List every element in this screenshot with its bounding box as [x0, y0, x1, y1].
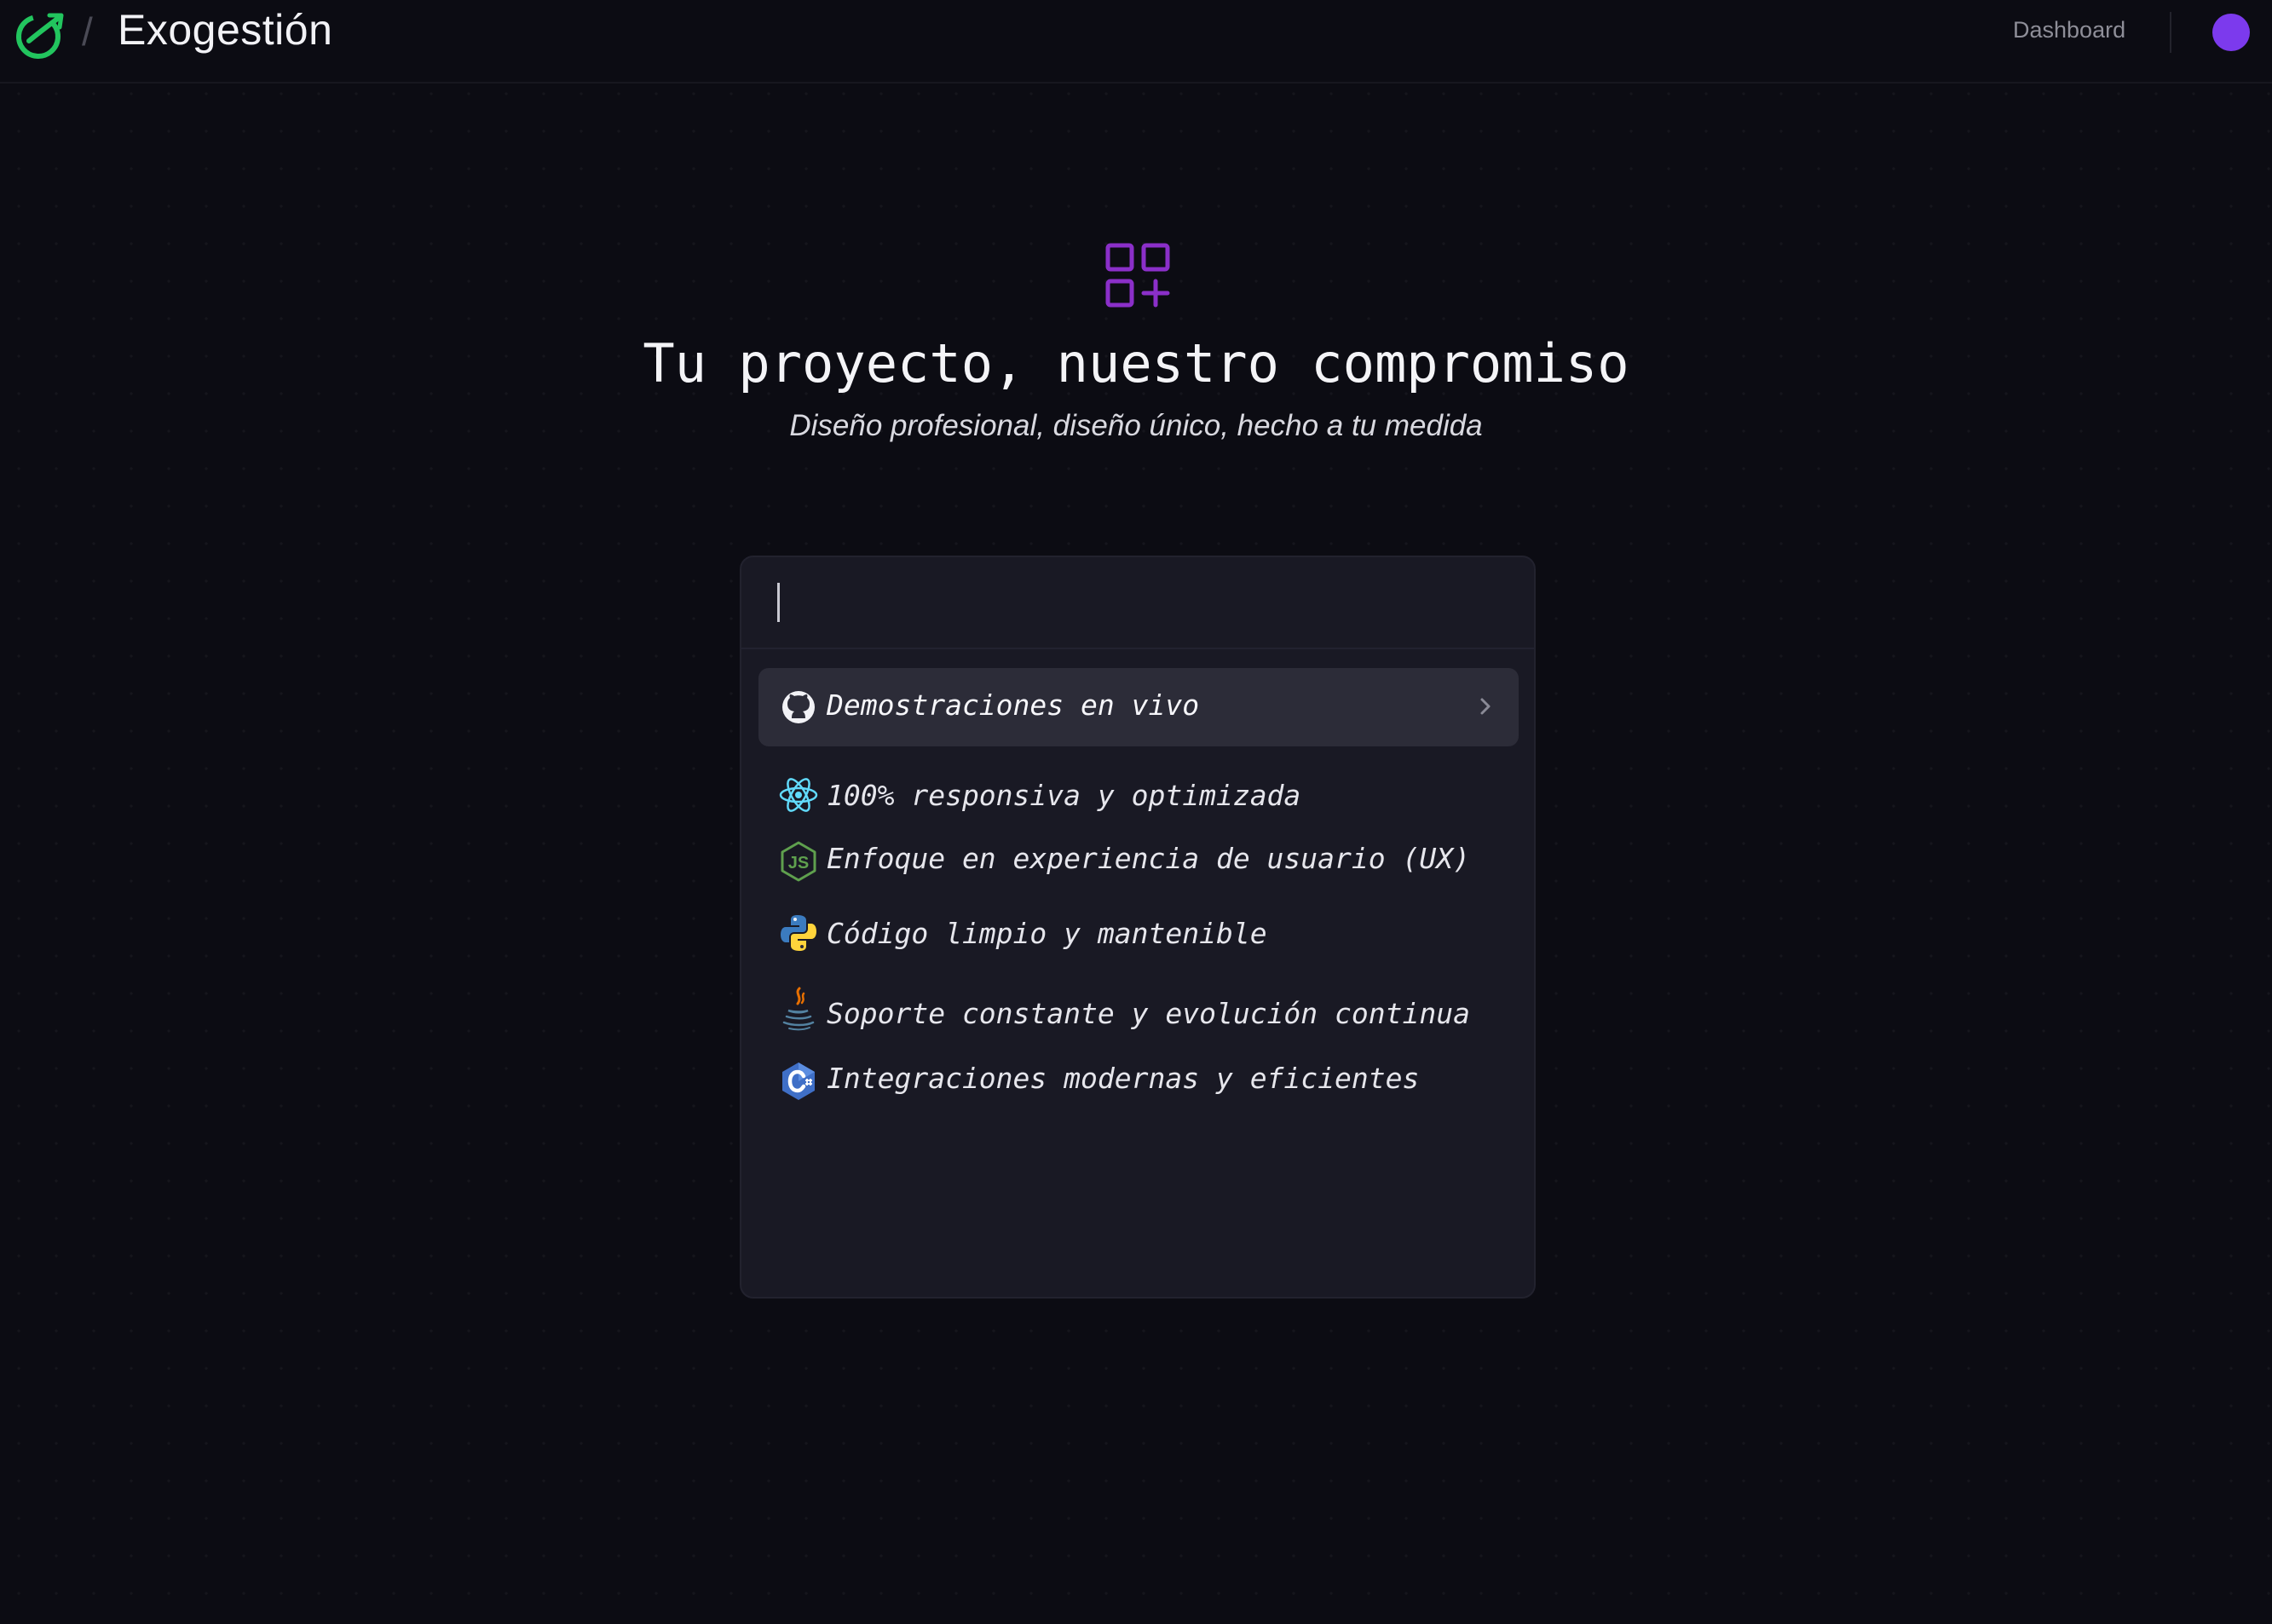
apps-grid-plus-icon — [1104, 242, 1171, 308]
search-row — [741, 557, 1534, 649]
python-icon — [777, 912, 820, 954]
command-item-support[interactable]: Soporte constante y evolución continua — [758, 983, 1519, 1039]
java-icon — [777, 985, 820, 1031]
command-item-ux[interactable]: JS Enfoque en experiencia de usuario (UX… — [758, 832, 1519, 888]
chevron-right-icon — [1473, 694, 1498, 719]
refresh-orbit-icon[interactable] — [12, 7, 68, 63]
command-item-live-demos[interactable]: Demostraciones en vivo — [758, 668, 1519, 746]
command-item-label: Demostraciones en vivo — [827, 688, 1200, 722]
brand-name[interactable]: Exogestión — [118, 5, 332, 55]
nav-divider — [2170, 12, 2171, 53]
command-item-integrations[interactable]: Integraciones modernas y eficientes — [758, 1051, 1519, 1108]
command-item-label: Código limpio y mantenible — [827, 917, 1267, 950]
command-item-label: Enfoque en experiencia de usuario (UX) — [827, 842, 1470, 875]
react-icon — [777, 774, 820, 816]
page: / Exogestión Dashboard Tu proyecto, nues… — [0, 0, 2272, 1624]
nav-link-dashboard[interactable]: Dashboard — [2013, 17, 2125, 43]
top-bar: / Exogestión Dashboard — [0, 0, 2272, 84]
command-item-label: Integraciones modernas y eficientes — [827, 1062, 1420, 1095]
command-item-clean-code[interactable]: Código limpio y mantenible — [758, 905, 1519, 961]
csharp-icon — [777, 1060, 820, 1103]
command-item-responsive[interactable]: 100% responsiva y optimizada — [758, 767, 1519, 823]
nodejs-icon: JS — [777, 840, 820, 883]
breadcrumb-separator: / — [82, 9, 93, 54]
page-subtitle: Diseño profesional, diseño único, hecho … — [789, 409, 1483, 442]
svg-text:JS: JS — [788, 854, 809, 872]
command-item-label: Soporte constante y evolución continua — [827, 997, 1470, 1030]
command-palette: Demostraciones en vivo 100% responsiva y… — [740, 556, 1536, 1299]
github-icon — [777, 686, 820, 728]
search-input[interactable] — [767, 576, 1503, 629]
avatar[interactable] — [2212, 14, 2250, 51]
text-caret — [777, 583, 780, 622]
command-item-label: 100% responsiva y optimizada — [827, 779, 1301, 812]
page-title: Tu proyecto, nuestro compromiso — [643, 332, 1629, 394]
